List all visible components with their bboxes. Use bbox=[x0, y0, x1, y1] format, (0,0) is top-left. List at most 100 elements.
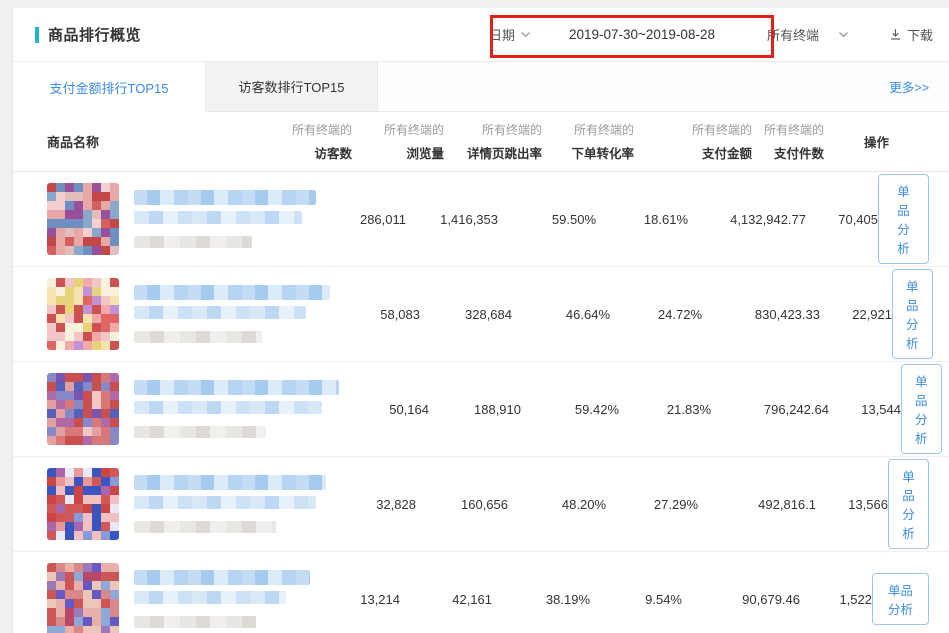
date-range-value[interactable]: 2019-07-30~2019-08-28 bbox=[569, 27, 715, 42]
tab-label: 支付金额排行TOP15 bbox=[50, 78, 169, 97]
row-metrics: 32,828160,65648.20%27.29%492,816.113,566 bbox=[326, 497, 888, 512]
action-cell: 单品分析 bbox=[901, 364, 942, 454]
product-ranking-panel: 商品排行概览 日期 2019-07-30~2019-08-28 所有终端 下 bbox=[12, 8, 949, 633]
single-item-analysis-button[interactable]: 单品分析 bbox=[901, 364, 942, 454]
product-link[interactable] bbox=[47, 278, 330, 350]
row-metrics: 50,164188,91059.42%21.83%796,242.6413,54… bbox=[339, 402, 901, 417]
metric-value-payment-items: 22,921 bbox=[820, 307, 892, 322]
col-header-prefix: 所有终端的 bbox=[574, 121, 634, 138]
action-header-col: 操作 bbox=[824, 132, 929, 152]
tab-bar: 支付金额排行TOP15 访客数排行TOP15 更多>> bbox=[13, 62, 949, 112]
table-row: 286,0111,416,35359.50%18.61%4,132,942.77… bbox=[13, 172, 949, 267]
product-name-header-col: 商品名称 bbox=[47, 132, 262, 152]
action-cell: 单品分析 bbox=[892, 269, 933, 359]
product-name-redacted bbox=[134, 570, 310, 628]
metric-value-payment-items: 13,544 bbox=[829, 402, 901, 417]
metric-value-detail-bounce-rate: 59.42% bbox=[521, 402, 619, 417]
product-link[interactable] bbox=[47, 563, 310, 633]
product-image[interactable] bbox=[47, 563, 119, 633]
metric-value-payment-items: 70,405 bbox=[806, 212, 878, 227]
product-name-redacted bbox=[134, 190, 316, 248]
metric-headers: 所有终端的访客数所有终端的浏览量所有终端的详情页跳出率所有终端的下单转化率所有终… bbox=[262, 121, 824, 162]
col-header-name: 详情页跳出率 bbox=[467, 143, 542, 162]
table-row: 50,164188,91059.42%21.83%796,242.6413,54… bbox=[13, 362, 949, 457]
product-name-redacted bbox=[134, 285, 330, 343]
redacted-subtext-line bbox=[134, 426, 266, 438]
panel-title-group: 商品排行概览 bbox=[35, 24, 141, 45]
redacted-subtext-line bbox=[134, 236, 252, 248]
metric-value-pageviews: 188,910 bbox=[429, 402, 521, 417]
metric-value-payment-amount: 796,242.64 bbox=[711, 402, 829, 417]
col-header-name: 访客数 bbox=[314, 143, 352, 162]
terminal-dropdown[interactable]: 所有终端 bbox=[767, 25, 849, 44]
metric-value-order-conversion-rate: 18.61% bbox=[596, 212, 688, 227]
col-header-name: 下单转化率 bbox=[571, 143, 634, 162]
redacted-text-line bbox=[134, 306, 306, 319]
product-link[interactable] bbox=[47, 373, 339, 445]
product-image[interactable] bbox=[47, 373, 119, 445]
redacted-text-line bbox=[134, 190, 316, 205]
col-header-prefix: 所有终端的 bbox=[482, 121, 542, 138]
metric-value-pageviews: 328,684 bbox=[420, 307, 512, 322]
col-header-pageviews: 所有终端的浏览量 bbox=[352, 121, 444, 162]
product-image[interactable] bbox=[47, 468, 119, 540]
metric-value-order-conversion-rate: 27.29% bbox=[606, 497, 698, 512]
metric-value-visitors: 58,083 bbox=[330, 307, 420, 322]
metric-value-payment-items: 13,566 bbox=[816, 497, 888, 512]
chevron-down-icon bbox=[838, 31, 849, 39]
metric-value-visitors: 50,164 bbox=[339, 402, 429, 417]
single-item-analysis-button[interactable]: 单品分析 bbox=[888, 459, 929, 549]
table-header-row: 商品名称 所有终端的访客数所有终端的浏览量所有终端的详情页跳出率所有终端的下单转… bbox=[13, 112, 949, 172]
redacted-subtext-line bbox=[134, 331, 262, 343]
page-title: 商品排行概览 bbox=[48, 24, 141, 45]
product-name-header: 商品名称 bbox=[47, 135, 99, 150]
tab-visitor-ranking[interactable]: 访客数排行TOP15 bbox=[205, 62, 378, 111]
panel-header: 商品排行概览 日期 2019-07-30~2019-08-28 所有终端 下 bbox=[13, 8, 949, 62]
row-metrics: 58,083328,68446.64%24.72%830,423.3322,92… bbox=[330, 307, 892, 322]
download-icon bbox=[889, 28, 902, 41]
date-dropdown[interactable]: 日期 bbox=[489, 25, 531, 44]
product-name-redacted bbox=[134, 380, 339, 438]
col-header-payment-amount: 所有终端的支付金额 bbox=[634, 121, 752, 162]
col-header-prefix: 所有终端的 bbox=[292, 121, 352, 138]
table-row: 58,083328,68446.64%24.72%830,423.3322,92… bbox=[13, 267, 949, 362]
row-metrics: 286,0111,416,35359.50%18.61%4,132,942.77… bbox=[316, 212, 878, 227]
metric-value-payment-items: 1,522 bbox=[800, 592, 872, 607]
metric-value-visitors: 32,828 bbox=[326, 497, 416, 512]
metric-value-pageviews: 1,416,353 bbox=[406, 212, 498, 227]
metric-value-payment-amount: 4,132,942.77 bbox=[688, 212, 806, 227]
download-label: 下载 bbox=[907, 25, 933, 44]
redacted-text-line bbox=[134, 570, 310, 585]
action-cell: 单品分析 bbox=[888, 459, 929, 549]
product-image[interactable] bbox=[47, 278, 119, 350]
single-item-analysis-button[interactable]: 单品分析 bbox=[892, 269, 933, 359]
redacted-text-line bbox=[134, 591, 286, 604]
redacted-text-line bbox=[134, 401, 322, 414]
product-link[interactable] bbox=[47, 183, 316, 255]
redacted-text-line bbox=[134, 211, 302, 224]
more-link[interactable]: 更多>> bbox=[889, 77, 929, 96]
metric-value-detail-bounce-rate: 46.64% bbox=[512, 307, 610, 322]
terminal-dropdown-label: 所有终端 bbox=[767, 25, 819, 44]
date-dropdown-label: 日期 bbox=[489, 25, 515, 44]
header-controls: 日期 2019-07-30~2019-08-28 所有终端 下载 bbox=[489, 25, 933, 44]
metric-value-detail-bounce-rate: 48.20% bbox=[508, 497, 606, 512]
action-header: 操作 bbox=[864, 136, 889, 150]
tab-payment-ranking[interactable]: 支付金额排行TOP15 bbox=[13, 62, 205, 113]
download-button[interactable]: 下载 bbox=[889, 25, 933, 44]
col-header-visitors: 所有终端的访客数 bbox=[262, 121, 352, 162]
single-item-analysis-button[interactable]: 单品分析 bbox=[872, 573, 929, 625]
row-metrics: 13,21442,16138.19%9.54%90,679.461,522 bbox=[310, 592, 872, 607]
metric-value-payment-amount: 90,679.46 bbox=[682, 592, 800, 607]
metric-value-pageviews: 42,161 bbox=[400, 592, 492, 607]
metric-value-payment-amount: 830,423.33 bbox=[702, 307, 820, 322]
redacted-text-line bbox=[134, 475, 326, 490]
metric-value-payment-amount: 492,816.1 bbox=[698, 497, 816, 512]
metric-value-detail-bounce-rate: 59.50% bbox=[498, 212, 596, 227]
col-header-name: 支付件数 bbox=[774, 143, 824, 162]
product-link[interactable] bbox=[47, 468, 326, 540]
single-item-analysis-button[interactable]: 单品分析 bbox=[878, 174, 929, 264]
metric-value-detail-bounce-rate: 38.19% bbox=[492, 592, 590, 607]
table-body: 286,0111,416,35359.50%18.61%4,132,942.77… bbox=[13, 172, 949, 633]
product-image[interactable] bbox=[47, 183, 119, 255]
